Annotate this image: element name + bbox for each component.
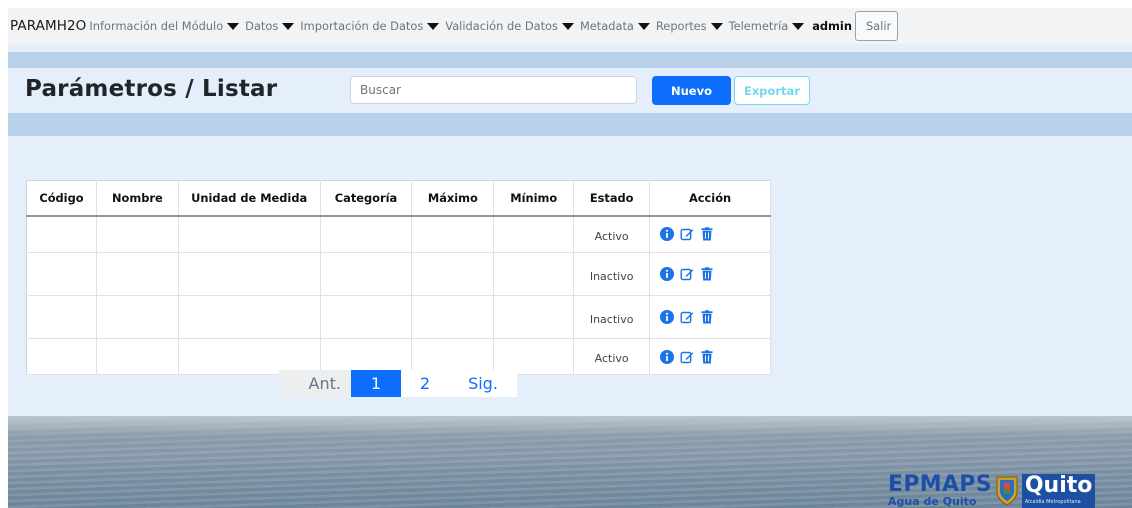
column-header-estado[interactable]: Estado xyxy=(573,180,651,217)
city-crest-icon xyxy=(995,474,1019,506)
nav-item-label: Telemetría xyxy=(728,19,789,33)
edit-icon[interactable] xyxy=(680,267,694,281)
trash-icon[interactable] xyxy=(700,349,714,364)
cell-unidad xyxy=(178,295,321,339)
trash-icon[interactable] xyxy=(700,310,714,324)
navbar: PARAMH2O Información del Módulo Datos Im… xyxy=(8,8,1132,44)
cell-minimo xyxy=(493,215,575,253)
caret-down-icon xyxy=(561,22,574,30)
cell-minimo xyxy=(493,295,575,339)
trash-icon[interactable] xyxy=(700,227,714,241)
cell-codigo xyxy=(26,252,97,296)
table-header-row: Código Nombre Unidad de Medida Categoría… xyxy=(26,180,771,217)
edit-icon[interactable] xyxy=(680,227,694,241)
table-body: Activo Inactivo Inactivo Activo xyxy=(26,215,771,375)
info-icon[interactable] xyxy=(660,349,675,364)
logo-main-text: EPMAPS xyxy=(888,472,992,497)
caret-down-icon xyxy=(792,22,805,30)
pagination-next[interactable]: Sig. xyxy=(449,370,517,397)
cell-maximo xyxy=(411,215,495,253)
pagination-prev[interactable]: Ant. xyxy=(279,370,351,397)
search-input[interactable] xyxy=(350,76,637,104)
nav-item-label: Información del Módulo xyxy=(89,19,224,33)
cell-nombre xyxy=(96,252,179,296)
table-row: Inactivo xyxy=(26,252,771,296)
column-header-minimo[interactable]: Mínimo xyxy=(493,180,575,217)
trash-icon[interactable] xyxy=(700,267,714,281)
cell-accion xyxy=(649,295,771,339)
table-row: Activo xyxy=(26,215,771,253)
info-icon[interactable] xyxy=(660,267,675,281)
caret-down-icon xyxy=(710,22,723,30)
header-band-bottom xyxy=(8,113,1132,136)
cell-nombre xyxy=(96,295,179,339)
nav-item-reportes[interactable]: Reportes xyxy=(656,19,723,33)
nav-item-datos[interactable]: Datos xyxy=(245,19,295,33)
column-header-codigo[interactable]: Código xyxy=(26,180,97,217)
parameters-table: Código Nombre Unidad de Medida Categoría… xyxy=(26,180,771,375)
cell-nombre xyxy=(96,338,179,375)
nav-item-validacion-datos[interactable]: Validación de Datos xyxy=(445,19,574,33)
nav-item-label: Datos xyxy=(245,19,279,33)
table-row: Inactivo xyxy=(26,295,771,339)
logout-button[interactable]: Salir xyxy=(854,11,899,41)
caret-down-icon xyxy=(282,22,295,30)
cell-unidad xyxy=(178,215,321,253)
caret-down-icon xyxy=(637,22,650,30)
cell-accion xyxy=(649,338,771,375)
info-icon[interactable] xyxy=(660,227,675,242)
pagination-page-1[interactable]: 1 xyxy=(351,370,401,397)
app-frame: PARAMH2O Información del Módulo Datos Im… xyxy=(8,8,1132,508)
cell-codigo xyxy=(26,215,97,253)
nav-item-label: Validación de Datos xyxy=(445,19,558,33)
export-button[interactable]: Exportar xyxy=(734,76,810,105)
cell-estado: Inactivo xyxy=(573,295,651,339)
caret-down-icon xyxy=(427,22,440,30)
nav-item-telemetria[interactable]: Telemetría xyxy=(729,19,805,33)
cell-accion xyxy=(649,252,771,296)
pagination-page-2[interactable]: 2 xyxy=(401,370,449,397)
logo-city-text: Quito xyxy=(1024,473,1093,498)
cell-codigo xyxy=(26,338,97,375)
nav-item-importacion-datos[interactable]: Importación de Datos xyxy=(300,19,440,33)
cell-accion xyxy=(649,215,771,253)
epmaps-quito-logo: EPMAPS Agua de Quito Quito Alcaldía Metr… xyxy=(888,472,1096,508)
column-header-accion: Acción xyxy=(649,180,771,217)
page-title: Parámetros / Listar xyxy=(25,76,278,102)
cell-categoria xyxy=(320,215,413,253)
brand-logo-text[interactable]: PARAMH2O xyxy=(10,18,86,34)
column-header-nombre[interactable]: Nombre xyxy=(96,180,179,217)
nav-item-label: Metadata xyxy=(579,19,634,33)
cell-codigo xyxy=(26,295,97,339)
cell-estado: Inactivo xyxy=(573,252,651,296)
caret-down-icon xyxy=(227,22,240,30)
column-header-unidad-medida[interactable]: Unidad de Medida xyxy=(178,180,321,217)
info-icon[interactable] xyxy=(660,310,675,324)
cell-maximo xyxy=(411,295,495,339)
cell-estado: Activo xyxy=(573,338,651,375)
edit-icon[interactable] xyxy=(680,310,694,324)
cell-minimo xyxy=(493,252,575,296)
column-header-maximo[interactable]: Máximo xyxy=(411,180,495,217)
user-name: admin xyxy=(812,19,852,33)
cell-categoria xyxy=(320,252,413,296)
column-header-categoria[interactable]: Categoría xyxy=(320,180,413,217)
logo-tagline: Alcaldía Metropolitana xyxy=(1024,499,1081,505)
nav-item-label: Reportes xyxy=(655,19,707,33)
nav-item-label: Importación de Datos xyxy=(300,19,424,33)
header-band-top xyxy=(8,52,1132,68)
edit-icon[interactable] xyxy=(680,350,694,364)
new-button[interactable]: Nuevo xyxy=(652,76,731,105)
cell-unidad xyxy=(178,252,321,296)
cell-nombre xyxy=(96,215,179,253)
cell-categoria xyxy=(320,295,413,339)
logo-sub-text: Agua de Quito xyxy=(888,495,977,508)
nav-item-informacion-modulo[interactable]: Información del Módulo xyxy=(89,19,240,33)
nav-item-metadata[interactable]: Metadata xyxy=(580,19,650,33)
pagination: Ant. 1 2 Sig. xyxy=(279,370,517,397)
cell-estado: Activo xyxy=(573,215,651,253)
cell-maximo xyxy=(411,252,495,296)
